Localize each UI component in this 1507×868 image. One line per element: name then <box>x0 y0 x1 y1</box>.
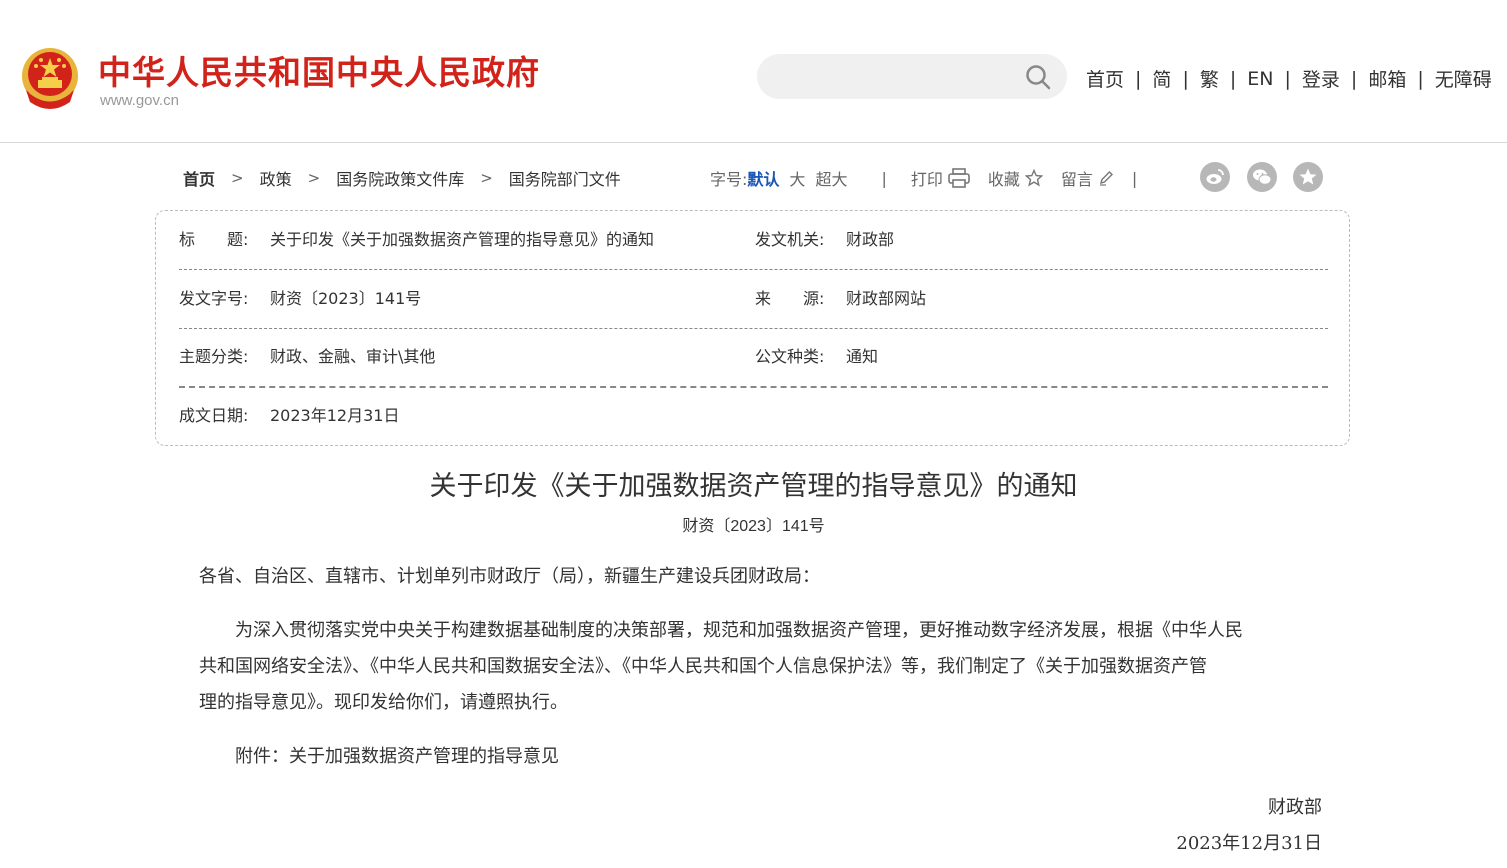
document-attachment[interactable]: 附件：关于加强数据资产管理的指导意见 <box>199 739 1319 775</box>
comment-label: 留言 <box>1060 170 1093 189</box>
share-wechat-button[interactable] <box>1247 162 1277 192</box>
search-box <box>757 54 1067 99</box>
info-issuer-value: 财政部 <box>846 230 895 249</box>
nav-traditional-link[interactable]: 繁 <box>1200 65 1219 92</box>
print-label: 打印 <box>910 170 943 189</box>
document-title: 关于印发《关于加强数据资产管理的指导意见》的通知 <box>429 471 1078 502</box>
document-info-box: 标 题: 关于印发《关于加强数据资产管理的指导意见》的通知 发文机关: 财政部 发文… <box>155 210 1350 446</box>
weibo-icon <box>1206 169 1224 184</box>
info-title-value: 关于印发《关于加强数据资产管理的指导意见》的通知 <box>270 230 655 249</box>
info-date-value: 2023年12月31日 <box>270 406 400 425</box>
document-paragraph: 为深入贯彻落实党中央关于构建数据基础制度的决策部署，规范和加强数据资产管理，更好… <box>199 613 1319 721</box>
info-issuer-label: 发文机关: <box>755 230 825 249</box>
info-date-label: 成文日期: <box>179 406 249 425</box>
nav-separator: | <box>1229 67 1237 90</box>
nav-simplified-link[interactable]: 简 <box>1152 65 1171 92</box>
paragraph-line: 共和国网络安全法》、《中华人民共和国数据安全法》、《中华人民共和国个人信息保护法… <box>199 656 1207 677</box>
comment-button[interactable]: 留言 <box>1061 166 1114 190</box>
info-source-cell: 来 源: 财政部网站 <box>755 270 926 328</box>
font-size-label: 字号: <box>710 170 748 189</box>
qzone-icon <box>1299 168 1317 185</box>
info-category-label: 主题分类: <box>179 347 249 366</box>
national-emblem-icon[interactable] <box>20 46 80 110</box>
info-row: 成文日期: 2023年12月31日 <box>179 387 1328 445</box>
nav-separator: | <box>1417 67 1424 90</box>
site-title[interactable]: 中华人民共和国中央人民政府 <box>98 46 540 94</box>
breadcrumb-separator: > <box>480 169 493 187</box>
search-icon[interactable] <box>1025 64 1051 90</box>
info-source-value: 财政部网站 <box>846 289 927 308</box>
print-button[interactable]: 打印 <box>911 166 970 190</box>
info-source-label: 来 源: <box>755 289 825 308</box>
info-row: 标 题: 关于印发《关于加强数据资产管理的指导意见》的通知 发文机关: 财政部 <box>179 211 1328 269</box>
breadcrumb-policy-library[interactable]: 国务院政策文件库 <box>336 166 464 190</box>
info-doc-type-value: 通知 <box>846 347 879 366</box>
nav-separator: | <box>1135 67 1142 90</box>
info-row: 发文字号: 财资〔2023〕141号 来 源: 财政部网站 <box>179 270 1328 328</box>
favorite-button[interactable]: 收藏 <box>988 166 1043 190</box>
info-doc-no-value: 财资〔2023〕141号 <box>270 289 422 308</box>
info-doc-no-label: 发文字号: <box>179 289 249 308</box>
paragraph-line: 为深入贯彻落实党中央关于构建数据基础制度的决策部署，规范和加强数据资产管理，更好… <box>199 620 1243 641</box>
breadcrumb-separator: > <box>307 169 321 187</box>
nav-accessibility-link[interactable]: 无障碍 <box>1435 65 1492 92</box>
search-input[interactable] <box>777 54 1017 99</box>
document-number: 财资〔2023〕141号 <box>682 518 825 535</box>
printer-icon <box>948 168 970 188</box>
breadcrumb: 首页 > 政策 > 国务院政策文件库 > 国务院部门文件 <box>183 166 621 190</box>
site-header: 中华人民共和国中央人民政府 www.gov.cn 首页 | 简 | 繁 | EN… <box>0 0 1507 143</box>
breadcrumb-policy[interactable]: 政策 <box>260 166 292 190</box>
favorite-label: 收藏 <box>987 170 1020 189</box>
info-category-value: 财政、金融、审计\其他 <box>270 347 436 366</box>
nav-home-link[interactable]: 首页 <box>1086 65 1124 92</box>
font-size-xlarge-button[interactable]: 超大 <box>815 166 847 190</box>
nav-login-link[interactable]: 登录 <box>1302 65 1340 92</box>
star-icon <box>1024 169 1043 187</box>
nav-separator: | <box>1284 67 1291 90</box>
info-doc-no-cell: 发文字号: 财资〔2023〕141号 <box>179 270 421 328</box>
top-nav: 首页 | 简 | 繁 | EN | 登录 | 邮箱 | 无障碍 <box>1086 65 1492 92</box>
info-row: 主题分类: 财政、金融、审计\其他 公文种类: 通知 <box>179 328 1328 386</box>
info-issuer-cell: 发文机关: 财政部 <box>755 211 894 269</box>
info-date-cell: 成文日期: 2023年12月31日 <box>179 387 399 445</box>
info-title-label: 标 题: <box>179 230 249 249</box>
info-doc-type-label: 公文种类: <box>755 347 825 366</box>
info-title-cell: 标 题: 关于印发《关于加强数据资产管理的指导意见》的通知 <box>179 211 654 269</box>
font-size-large-button[interactable]: 大 <box>789 166 805 190</box>
font-size-default-button[interactable]: 默认 <box>747 166 779 190</box>
document-addressee: 各省、自治区、直辖市、计划单列市财政厅（局），新疆生产建设兵团财政局： <box>199 566 820 587</box>
document-signer: 财政部 <box>1268 797 1322 818</box>
site-url[interactable]: www.gov.cn <box>100 92 179 109</box>
document-sign-date: 2023年12月31日 <box>1176 833 1322 854</box>
article-tools: 字号: 默认 大 超大 | 打印 收藏 留言 | <box>710 166 1161 190</box>
nav-separator: | <box>1350 67 1358 90</box>
breadcrumb-separator: > <box>231 169 244 187</box>
breadcrumb-home[interactable]: 首页 <box>183 166 215 190</box>
info-doc-type-cell: 公文种类: 通知 <box>755 328 878 386</box>
info-category-cell: 主题分类: 财政、金融、审计\其他 <box>179 328 435 386</box>
tools-separator: | <box>881 168 887 188</box>
nav-separator: | <box>1182 67 1189 90</box>
pencil-icon <box>1099 171 1113 186</box>
breadcrumb-department-docs[interactable]: 国务院部门文件 <box>509 166 621 190</box>
tools-separator: | <box>1131 168 1138 188</box>
wechat-icon <box>1253 169 1272 185</box>
share-weibo-button[interactable] <box>1200 162 1230 192</box>
nav-english-link[interactable]: EN <box>1247 68 1273 90</box>
nav-mail-link[interactable]: 邮箱 <box>1368 65 1406 92</box>
share-qzone-button[interactable] <box>1293 162 1323 192</box>
paragraph-line: 理的指导意见》。现印发给你们，请遵照执行。 <box>199 692 568 713</box>
